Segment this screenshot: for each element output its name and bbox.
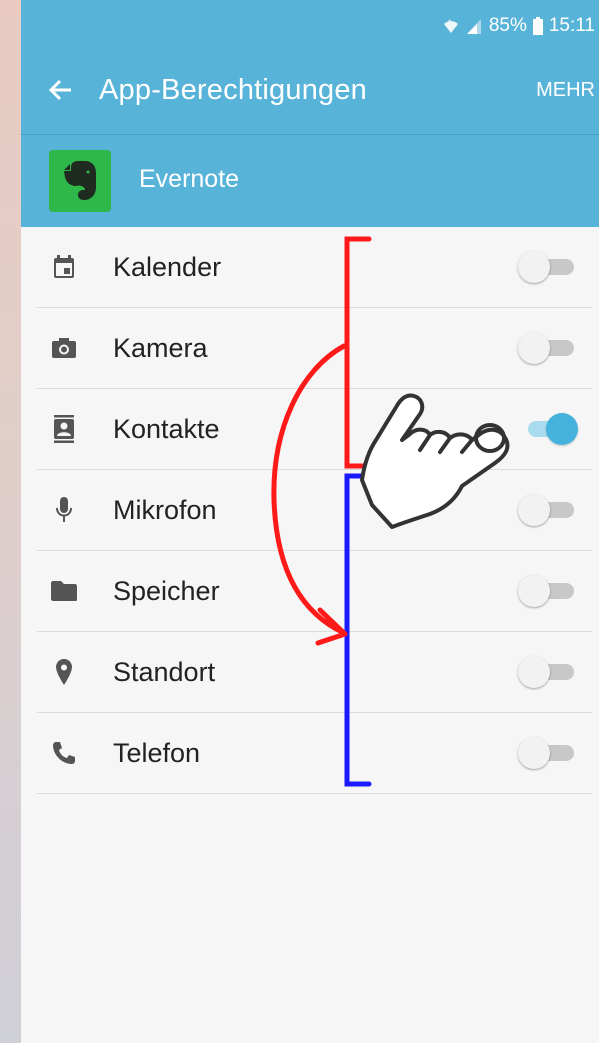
mikrofon-toggle[interactable]: [518, 494, 576, 526]
more-button[interactable]: MEHR: [536, 79, 595, 102]
location-icon: [49, 657, 79, 687]
phone-screen: + 85% 15:11 App-Berechtigungen MEHR Ever…: [21, 0, 599, 1043]
contacts-icon: [49, 414, 79, 444]
battery-percent: 85%: [488, 15, 527, 36]
calendar-icon: [49, 252, 79, 282]
back-arrow-icon[interactable]: [43, 72, 79, 108]
status-bar: + 85% 15:11: [21, 0, 599, 52]
camera-icon: [49, 333, 79, 363]
permission-label: Kalender: [113, 251, 222, 282]
permission-row-kamera[interactable]: Kamera: [37, 308, 592, 389]
permission-label: Mikrofon: [113, 494, 217, 525]
svg-text:+: +: [448, 19, 452, 25]
standort-toggle[interactable]: [518, 656, 576, 688]
app-header: Evernote: [21, 135, 599, 227]
clock: 15:11: [548, 15, 595, 36]
permission-list: Kalender Kamera Kontakte Mikrofon Speich…: [21, 227, 599, 794]
evernote-logo-icon: [49, 150, 111, 212]
permission-label: Kontakte: [113, 413, 220, 444]
kalender-toggle[interactable]: [518, 251, 576, 283]
kamera-toggle[interactable]: [518, 332, 576, 364]
microphone-icon: [49, 495, 79, 525]
permission-label: Speicher: [113, 575, 220, 606]
permission-row-standort[interactable]: Standort: [37, 632, 592, 713]
app-name: Evernote: [139, 165, 240, 193]
wifi-icon: +: [443, 17, 459, 35]
speicher-toggle[interactable]: [518, 575, 576, 607]
page-title: App-Berechtigungen: [99, 74, 368, 106]
permission-label: Standort: [113, 656, 216, 687]
phone-icon: [49, 738, 79, 768]
app-bar: App-Berechtigungen MEHR: [21, 52, 599, 135]
folder-icon: [49, 576, 79, 606]
permission-label: Kamera: [113, 332, 208, 363]
permission-row-kalender[interactable]: Kalender: [37, 227, 592, 308]
kontakte-toggle[interactable]: [518, 413, 578, 445]
permission-row-speicher[interactable]: Speicher: [37, 551, 592, 632]
signal-icon: [465, 17, 483, 35]
telefon-toggle[interactable]: [518, 737, 576, 769]
permission-row-telefon[interactable]: Telefon: [37, 713, 592, 794]
battery-icon: [532, 17, 543, 35]
permission-row-kontakte[interactable]: Kontakte: [37, 389, 592, 470]
permission-row-mikrofon[interactable]: Mikrofon: [37, 470, 592, 551]
permission-label: Telefon: [113, 737, 201, 768]
